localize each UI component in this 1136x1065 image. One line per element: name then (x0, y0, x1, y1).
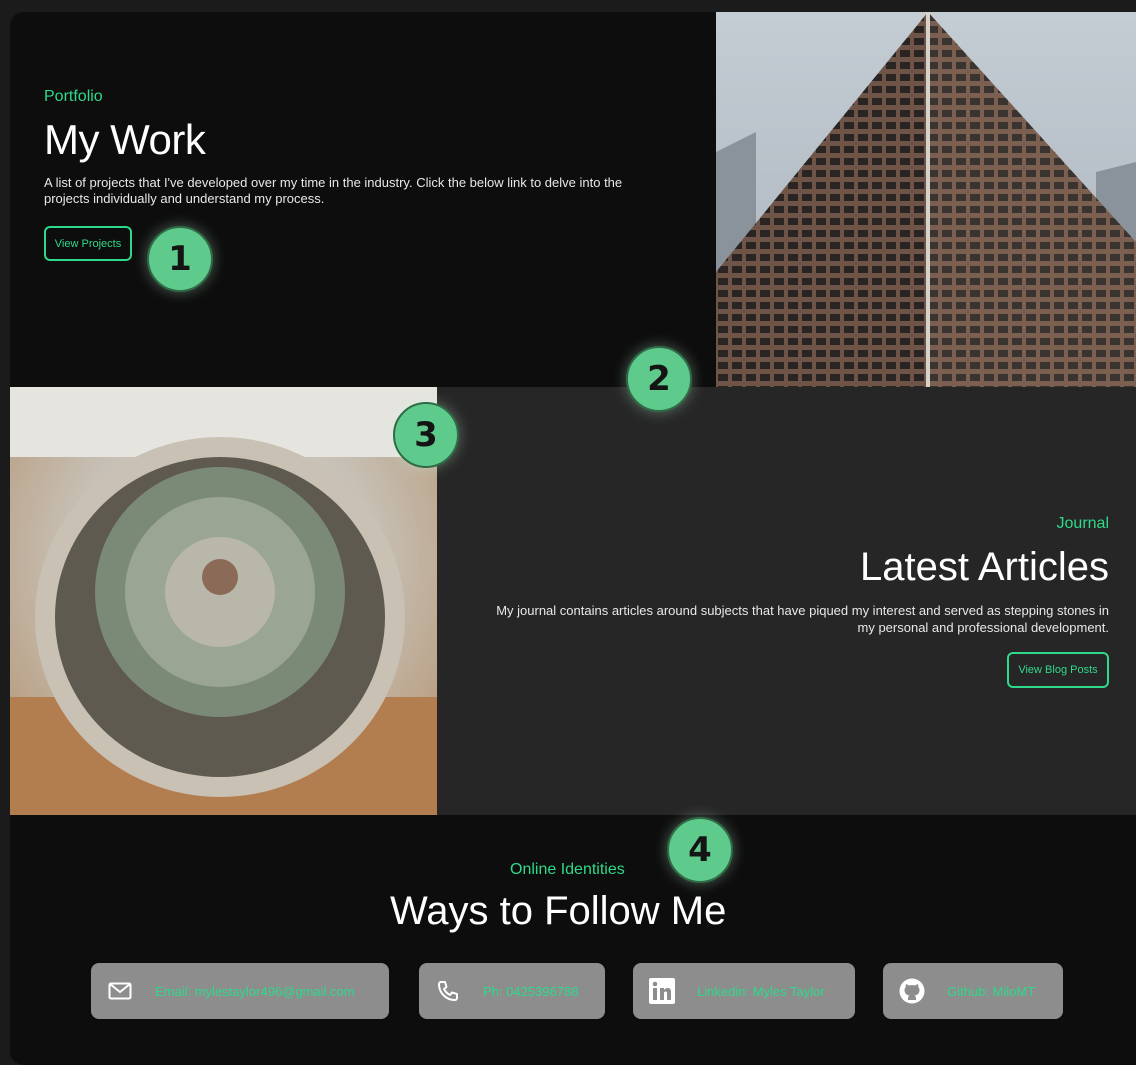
linkedin-label: Linkedin: Myles Taylor (697, 983, 825, 999)
github-icon (899, 978, 925, 1004)
mail-icon (107, 978, 133, 1004)
cactus-image (10, 387, 437, 815)
view-blog-posts-button[interactable]: View Blog Posts (1007, 652, 1109, 688)
building-image (716, 12, 1136, 387)
view-projects-button[interactable]: View Projects (44, 226, 132, 261)
cactus-illustration (10, 387, 437, 815)
github-label: Github: MiloMT (947, 983, 1036, 999)
email-link[interactable]: Email: mylestaylor496@gmail.com (91, 963, 389, 1019)
phone-label: Ph: 0425396788 (483, 983, 579, 999)
marker-4: 4 (667, 817, 733, 883)
github-link[interactable]: Github: MiloMT (883, 963, 1063, 1019)
phone-link[interactable]: Ph: 0425396788 (419, 963, 605, 1019)
portfolio-eyebrow: Portfolio (44, 88, 103, 105)
journal-title: Latest Articles (859, 545, 1109, 589)
linkedin-icon (649, 978, 675, 1004)
marker-2: 2 (626, 346, 692, 412)
phone-icon (435, 978, 461, 1004)
journal-description: My journal contains articles around subj… (496, 603, 1109, 635)
portfolio-description: A list of projects that I've developed o… (44, 175, 623, 206)
follow-title: Ways to Follow Me (390, 889, 727, 933)
journal-eyebrow: Journal (1056, 515, 1109, 532)
journal-section: Journal Latest Articles My journal conta… (437, 387, 1136, 815)
linkedin-link[interactable]: Linkedin: Myles Taylor (633, 963, 855, 1019)
page-frame: Portfolio My Work A list of projects tha… (10, 12, 1136, 1065)
building-illustration (716, 12, 1136, 387)
marker-1: 1 (147, 226, 213, 292)
portfolio-section: Portfolio My Work A list of projects tha… (10, 12, 716, 387)
marker-3: 3 (393, 402, 459, 468)
email-label: Email: mylestaylor496@gmail.com (155, 983, 355, 999)
follow-section: Online Identities Ways to Follow Me Emai… (10, 815, 1136, 1065)
portfolio-title: My Work (44, 116, 206, 163)
follow-eyebrow: Online Identities (510, 861, 625, 878)
